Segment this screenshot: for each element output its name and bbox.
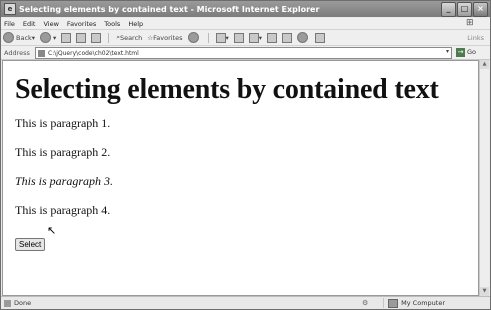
home-button[interactable] bbox=[91, 32, 102, 43]
page-heading: Selecting elements by contained text bbox=[15, 74, 439, 105]
paragraph: This is paragraph 4. bbox=[15, 203, 111, 217]
mail-icon bbox=[233, 32, 244, 43]
status-text: Done bbox=[14, 299, 32, 307]
address-field[interactable] bbox=[35, 47, 452, 59]
print-dropdown-icon[interactable]: ▾ bbox=[259, 34, 262, 42]
media-icon bbox=[187, 32, 199, 43]
forward-arrow-icon bbox=[40, 32, 52, 43]
edit-icon bbox=[267, 32, 278, 43]
paragraph: This is paragraph 1. bbox=[15, 116, 111, 130]
address-input[interactable] bbox=[48, 48, 348, 58]
minimize-button[interactable]: _ bbox=[441, 2, 456, 17]
search-label: Search bbox=[119, 33, 143, 42]
maximize-button[interactable]: □ bbox=[457, 2, 472, 17]
favorites-label: Favorites bbox=[153, 33, 183, 42]
stop-icon bbox=[61, 32, 72, 43]
messenger-button[interactable] bbox=[297, 32, 310, 43]
menu-bar: File Edit View Favorites Tools Help ⊞ bbox=[1, 18, 490, 30]
stop-button[interactable] bbox=[61, 32, 72, 43]
back-button[interactable]: Back ▾ bbox=[3, 32, 35, 43]
address-label: Address bbox=[4, 48, 30, 57]
window-title: Selecting elements by contained text - M… bbox=[19, 4, 320, 14]
menu-edit[interactable]: Edit bbox=[23, 20, 36, 28]
history-dropdown-icon[interactable]: ▾ bbox=[226, 34, 229, 42]
back-dropdown-icon[interactable]: ▾ bbox=[32, 34, 35, 42]
page-viewport: Selecting elements by contained text Thi… bbox=[2, 60, 479, 296]
discuss-icon bbox=[282, 32, 293, 43]
home-icon bbox=[91, 32, 102, 43]
vertical-scrollbar[interactable]: ▲ ▼ bbox=[479, 60, 489, 296]
menu-help[interactable]: Help bbox=[128, 20, 143, 28]
media-button[interactable] bbox=[187, 32, 201, 43]
go-label: Go bbox=[467, 48, 477, 56]
back-label: Back bbox=[16, 33, 32, 42]
research-button[interactable] bbox=[315, 32, 326, 43]
messenger-icon bbox=[297, 32, 309, 43]
status-bar: Done ⚙ My Computer bbox=[1, 296, 490, 309]
history-button[interactable]: ▾ bbox=[215, 32, 229, 43]
print-icon bbox=[248, 32, 259, 43]
windows-logo-icon: ⊞ bbox=[466, 18, 474, 28]
security-zone: My Computer bbox=[383, 298, 445, 308]
scroll-down-icon[interactable]: ▼ bbox=[480, 287, 489, 296]
paragraph-highlighted: This is paragraph 3. bbox=[15, 174, 114, 188]
menu-tools[interactable]: Tools bbox=[104, 20, 120, 28]
scroll-up-icon[interactable]: ▲ bbox=[480, 60, 489, 69]
page-icon bbox=[38, 49, 45, 57]
refresh-button[interactable] bbox=[76, 32, 87, 43]
search-button[interactable]: ⌕ Search bbox=[116, 33, 142, 42]
close-button[interactable]: × bbox=[473, 2, 488, 17]
history-icon bbox=[215, 32, 226, 43]
edit-button[interactable] bbox=[267, 32, 278, 43]
page-content: Selecting elements by contained text Thi… bbox=[3, 74, 478, 251]
menu-file[interactable]: File bbox=[4, 20, 15, 28]
mouse-cursor-icon: ↖ bbox=[47, 224, 57, 237]
select-button[interactable]: Select bbox=[15, 238, 46, 251]
address-dropdown-icon[interactable]: ▾ bbox=[443, 47, 452, 57]
mail-button[interactable] bbox=[233, 32, 244, 43]
refresh-icon bbox=[76, 32, 87, 43]
menu-view[interactable]: View bbox=[43, 20, 58, 28]
address-bar: Address ▾ → Go bbox=[1, 46, 490, 60]
status-message: Done bbox=[4, 299, 31, 307]
computer-icon bbox=[388, 298, 399, 308]
discuss-button[interactable] bbox=[282, 32, 293, 43]
forward-dropdown-icon[interactable]: ▾ bbox=[53, 34, 56, 42]
page-done-icon bbox=[4, 299, 11, 307]
browser-window: e Selecting elements by contained text -… bbox=[0, 0, 491, 310]
back-arrow-icon bbox=[3, 32, 14, 43]
toolbar-separator bbox=[207, 32, 209, 43]
menu-favorites[interactable]: Favorites bbox=[67, 20, 96, 28]
go-arrow-icon: → bbox=[456, 47, 465, 57]
forward-button[interactable]: ▾ bbox=[40, 32, 56, 43]
print-button[interactable]: ▾ bbox=[248, 32, 262, 43]
title-bar: e Selecting elements by contained text -… bbox=[1, 1, 490, 17]
zone-label: My Computer bbox=[401, 299, 445, 307]
toolbar-separator bbox=[108, 32, 110, 43]
links-label[interactable]: Links bbox=[467, 34, 484, 42]
window-controls: _ □ × bbox=[441, 2, 488, 17]
go-button[interactable]: → Go bbox=[456, 47, 488, 57]
favorites-button[interactable]: ☆ Favorites bbox=[147, 34, 182, 42]
ie-logo-icon: e bbox=[4, 3, 16, 15]
standard-toolbar: Back ▾ ▾ ⌕ Search ☆ Favorites ▾ ▾ Links bbox=[1, 30, 490, 46]
paragraph: This is paragraph 2. bbox=[15, 145, 111, 159]
research-icon bbox=[315, 32, 326, 43]
security-icon: ⚙ bbox=[362, 299, 369, 307]
